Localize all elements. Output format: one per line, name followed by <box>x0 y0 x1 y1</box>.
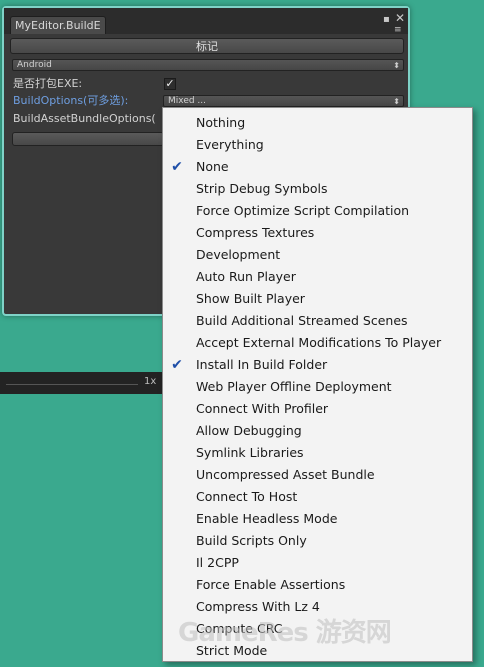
menu-item-connect-to-host[interactable]: Connect To Host <box>163 486 472 508</box>
watermark: GameRes 游资网 <box>178 618 392 648</box>
menu-item-connect-with-profiler[interactable]: Connect With Profiler <box>163 398 472 420</box>
menu-item-symlink-libraries[interactable]: Symlink Libraries <box>163 442 472 464</box>
menu-item-label: Allow Debugging <box>196 423 302 438</box>
build-options-dropdown[interactable]: Mixed ... ⬍ <box>163 95 404 107</box>
menu-item-nothing[interactable]: Nothing <box>163 112 472 134</box>
dropdown-arrow-icon: ⬍ <box>393 61 400 70</box>
menu-item-force-optimize-script-compilation[interactable]: Force Optimize Script Compilation <box>163 200 472 222</box>
menu-item-compress-textures[interactable]: Compress Textures <box>163 222 472 244</box>
menu-item-allow-debugging[interactable]: Allow Debugging <box>163 420 472 442</box>
menu-item-label: None <box>196 159 229 174</box>
menu-item-label: Nothing <box>196 115 246 130</box>
menu-item-label: Force Enable Assertions <box>196 577 346 592</box>
checkmark-icon: ✓ <box>165 77 175 90</box>
menu-item-label: Force Optimize Script Compilation <box>196 203 410 218</box>
menu-item-development[interactable]: Development <box>163 244 472 266</box>
menu-item-label: Enable Headless Mode <box>196 511 338 526</box>
asset-bundle-options-label: BuildAssetBundleOptions( <box>13 112 156 125</box>
menu-item-il-2cpp[interactable]: Il 2CPP <box>163 552 472 574</box>
menu-item-force-enable-assertions[interactable]: Force Enable Assertions <box>163 574 472 596</box>
menu-item-label: Build Scripts Only <box>196 533 307 548</box>
window-tab[interactable]: MyEditor.BuildE <box>10 16 106 34</box>
menu-item-none[interactable]: ✔ None <box>163 156 472 178</box>
menu-item-label: Il 2CPP <box>196 555 239 570</box>
menu-item-label: Show Built Player <box>196 291 305 306</box>
pack-exe-checkbox[interactable]: ✓ <box>164 78 176 90</box>
build-options-menu: Nothing Everything ✔ None Strip Debug Symbol… <box>162 107 473 662</box>
mark-button[interactable]: 标记 <box>10 38 404 54</box>
platform-dropdown-value: Android <box>17 60 52 70</box>
menu-item-build-additional-streamed-scenes[interactable]: Build Additional Streamed Scenes <box>163 310 472 332</box>
menu-item-label: Strip Debug Symbols <box>196 181 328 196</box>
checkmark-icon: ✔ <box>171 159 183 175</box>
menu-item-accept-external-modifications-to-player[interactable]: Accept External Modifications To Player <box>163 332 472 354</box>
menu-item-label: Everything <box>196 137 264 152</box>
timeline-track <box>6 384 138 385</box>
menu-item-auto-run-player[interactable]: Auto Run Player <box>163 266 472 288</box>
menu-item-uncompressed-asset-bundle[interactable]: Uncompressed Asset Bundle <box>163 464 472 486</box>
build-options-dropdown-value: Mixed ... <box>168 96 207 106</box>
menu-item-label: Build Additional Streamed Scenes <box>196 313 408 328</box>
menu-item-install-in-build-folder[interactable]: ✔ Install In Build Folder <box>163 354 472 376</box>
menu-item-label: Auto Run Player <box>196 269 296 284</box>
menu-item-everything[interactable]: Everything <box>163 134 472 156</box>
menu-item-label: Development <box>196 247 281 262</box>
close-icon[interactable]: ✕ <box>395 12 405 24</box>
menu-item-label: Uncompressed Asset Bundle <box>196 467 375 482</box>
build-options-label: BuildOptions(可多选): <box>13 94 129 107</box>
window-menu-icon[interactable]: ≡ <box>394 25 402 35</box>
pack-exe-label: 是否打包EXE: <box>13 77 83 90</box>
menu-item-show-built-player[interactable]: Show Built Player <box>163 288 472 310</box>
menu-item-label: Symlink Libraries <box>196 445 304 460</box>
zoom-readout: 1x <box>144 376 157 387</box>
menu-item-label: Accept External Modifications To Player <box>196 335 442 350</box>
menu-item-build-scripts-only[interactable]: Build Scripts Only <box>163 530 472 552</box>
menu-item-web-player-offline-deployment[interactable]: Web Player Offline Deployment <box>163 376 472 398</box>
menu-item-strip-debug-symbols[interactable]: Strip Debug Symbols <box>163 178 472 200</box>
menu-item-label: Install In Build Folder <box>196 357 328 372</box>
window-maximize-icon[interactable]: ▪ <box>383 15 390 25</box>
dropdown-arrow-icon: ⬍ <box>393 97 400 106</box>
platform-dropdown[interactable]: Android ⬍ <box>12 59 404 71</box>
menu-item-label: Compress Textures <box>196 225 315 240</box>
menu-item-enable-headless-mode[interactable]: Enable Headless Mode <box>163 508 472 530</box>
menu-item-label: Web Player Offline Deployment <box>196 379 392 394</box>
menu-item-label: Connect To Host <box>196 489 298 504</box>
menu-item-label: Connect With Profiler <box>196 401 329 416</box>
checkmark-icon: ✔ <box>171 357 183 373</box>
action-button[interactable] <box>12 132 164 146</box>
